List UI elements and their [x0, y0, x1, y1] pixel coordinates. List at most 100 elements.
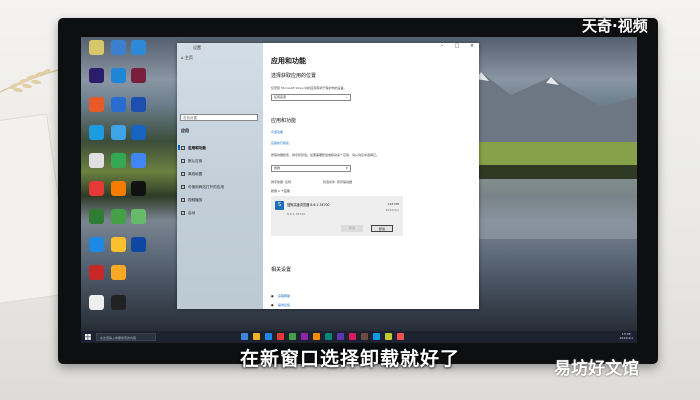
desktop-icon-7[interactable] — [89, 97, 104, 112]
chevron-down-icon: ⌄ — [345, 95, 348, 99]
desktop-icon-21[interactable] — [131, 209, 146, 224]
desktop-icon-15[interactable] — [131, 153, 146, 168]
sogou-browser-icon: S — [275, 201, 284, 210]
watermark: 易坊好文馆 — [554, 359, 639, 379]
taskbar-clock[interactable]: 15:38 2022/4/1 — [620, 332, 633, 340]
desktop-icon-10[interactable] — [89, 125, 104, 140]
search-icon: ⚲ — [345, 166, 348, 170]
apps-list-icon — [181, 146, 185, 150]
desktop-icon-8[interactable] — [111, 97, 126, 112]
sidebar-item-default-apps[interactable]: 默认应用 — [181, 159, 202, 164]
help-link-label: 获取帮助 — [278, 294, 291, 298]
video-icon — [181, 198, 185, 202]
taskbar-app-6[interactable] — [301, 333, 308, 340]
apps-section-heading: 应用和功能 — [271, 118, 297, 124]
app-name: 搜狗高速浏览器 8.6.1.34700 — [287, 203, 330, 207]
desktop-icon-4[interactable] — [89, 68, 104, 83]
desktop-icon-17[interactable] — [111, 181, 126, 196]
desktop-icon-26[interactable] — [111, 265, 126, 280]
sort-dropdown[interactable]: 排序依据: 名称 — [271, 180, 291, 184]
search-desc: 按驱动器搜索、排序和筛选。如果需要卸载或移动某个应用，请从列表中选择它。 — [271, 153, 380, 157]
desktop-icon-5[interactable] — [111, 68, 126, 83]
filter-dropdown[interactable]: 筛选条件: 所有驱动器 — [323, 180, 352, 184]
app-date: 2022/4/1 — [385, 208, 399, 212]
settings-window: 设置 ⌂ 主页 查找设置 应用 应用和功能 默认应用 离线地图 可使用网站打开的… — [177, 43, 479, 309]
modify-button[interactable]: 修改 — [341, 225, 363, 232]
feedback-icon: ● — [271, 303, 274, 307]
source-dropdown[interactable]: 任何来源 ⌄ — [271, 94, 351, 101]
desktop-icon-13[interactable] — [89, 153, 104, 168]
taskbar-app-4[interactable] — [277, 333, 284, 340]
help-icon: ● — [271, 294, 274, 298]
settings-main: 应用和功能 选择获取应用的位置 仅安装 Microsoft Store 中的应用… — [271, 43, 471, 309]
desktop-icon-6[interactable] — [131, 68, 146, 83]
category-heading: 应用 — [181, 128, 189, 133]
app-search-input[interactable]: 搜狗 ⚲ — [271, 165, 351, 172]
desktop-icon-1[interactable] — [89, 40, 104, 55]
taskbar-app-7[interactable] — [313, 333, 320, 340]
sidebar-item-offline-maps[interactable]: 离线地图 — [181, 172, 202, 177]
taskbar-app-1[interactable] — [241, 333, 248, 340]
desktop-icon-22[interactable] — [89, 237, 104, 252]
taskbar-app-5[interactable] — [289, 333, 296, 340]
sidebar-item-label: 视频播放 — [188, 198, 203, 202]
desktop-icon-12[interactable] — [131, 125, 146, 140]
desktop-icon-9[interactable] — [131, 97, 146, 112]
optional-features-link[interactable]: 可选功能 — [271, 130, 283, 134]
taskbar-app-10[interactable] — [349, 333, 356, 340]
taskbar-date: 2022/4/1 — [619, 336, 633, 340]
source-value: 任何来源 — [274, 95, 287, 99]
desktop-icon-20[interactable] — [111, 209, 126, 224]
desktop-icon-18[interactable] — [131, 181, 146, 196]
choose-source-desc: 仅安装 Microsoft Store 中的应用有助于保护你的设备。 — [271, 86, 347, 90]
taskbar-app-13[interactable] — [385, 333, 392, 340]
app-version: 8.6.1.34700 — [287, 212, 306, 216]
sidebar-item-label: 默认应用 — [188, 159, 203, 163]
desktop-icon-3[interactable] — [131, 40, 146, 55]
app-search-value: 搜狗 — [274, 166, 281, 170]
feedback-link[interactable]: ● 提供反馈 — [271, 303, 291, 307]
sidebar-item-video-playback[interactable]: 视频播放 — [181, 198, 202, 203]
taskbar-search-input[interactable]: 在这里输入你要搜索的内容 — [96, 333, 156, 341]
desktop-icon-11[interactable] — [111, 125, 126, 140]
desktop-icon-14[interactable] — [111, 153, 126, 168]
home-nav[interactable]: ⌂ 主页 — [181, 55, 193, 61]
app-aliases-link[interactable]: 应用执行别名 — [271, 141, 289, 145]
window-title: 设置 — [193, 45, 201, 50]
taskbar-app-8[interactable] — [325, 333, 332, 340]
default-apps-icon — [181, 159, 185, 163]
desktop-icon-24[interactable] — [131, 237, 146, 252]
sidebar-item-web-apps[interactable]: 可使用网站打开的应用 — [181, 185, 224, 190]
desktop-icon-25[interactable] — [89, 265, 104, 280]
taskbar-app-12[interactable] — [373, 333, 380, 340]
taskbar-app-14[interactable] — [397, 333, 404, 340]
page-title: 应用和功能 — [271, 57, 306, 65]
sidebar-item-label: 离线地图 — [188, 172, 203, 176]
sidebar-item-label: 启动 — [188, 211, 196, 215]
desktop-icon-16[interactable] — [89, 181, 104, 196]
feedback-link-label: 提供反馈 — [278, 303, 291, 307]
get-help-link[interactable]: ● 获取帮助 — [271, 294, 291, 298]
windows-start-icon[interactable] — [85, 334, 91, 340]
sidebar-item-startup[interactable]: 启动 — [181, 211, 195, 216]
taskbar-app-2[interactable] — [253, 333, 260, 340]
desktop-icon-27[interactable] — [89, 295, 104, 310]
choose-source-heading: 选择获取应用的位置 — [271, 73, 317, 79]
sidebar-item-apps-features[interactable]: 应用和功能 — [181, 146, 206, 151]
desktop-icon-19[interactable] — [89, 209, 104, 224]
taskbar-app-11[interactable] — [361, 333, 368, 340]
app-list-item[interactable]: S 搜狗高速浏览器 8.6.1.34700 8.6.1.34700 163 MB… — [271, 196, 403, 236]
brand-logo: 天奇·视频 — [582, 17, 648, 35]
uninstall-button[interactable]: 卸载 — [371, 225, 393, 232]
desktop-icon-2[interactable] — [111, 40, 126, 55]
app-size: 163 MB — [387, 202, 399, 206]
desktop-icon-23[interactable] — [111, 237, 126, 252]
taskbar-app-3[interactable] — [265, 333, 272, 340]
taskbar: 在这里输入你要搜索的内容 15:38 2022/4/1 — [81, 331, 637, 343]
desktop-icon-28[interactable] — [111, 295, 126, 310]
settings-sidebar: 设置 ⌂ 主页 查找设置 应用 应用和功能 默认应用 离线地图 可使用网站打开的… — [177, 43, 263, 309]
settings-search-input[interactable]: 查找设置 — [180, 114, 258, 121]
taskbar-app-9[interactable] — [337, 333, 344, 340]
sidebar-item-label: 可使用网站打开的应用 — [188, 185, 224, 189]
map-icon — [181, 172, 185, 176]
